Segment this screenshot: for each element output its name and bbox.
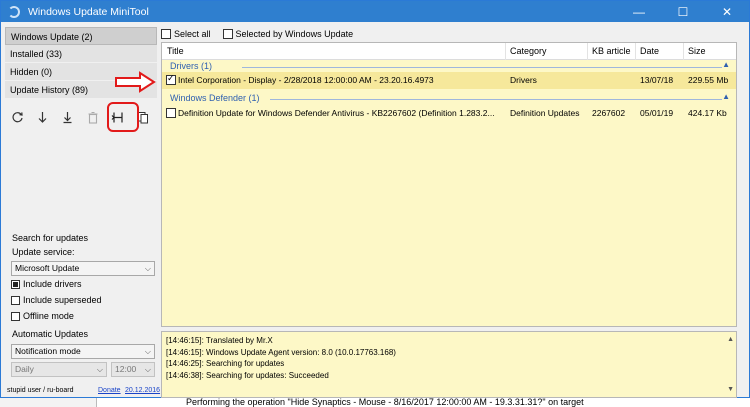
- schedule-time-select[interactable]: 12:00 ⌵: [111, 362, 155, 377]
- row-checkbox[interactable]: [166, 108, 176, 118]
- scroll-up-icon[interactable]: ▲: [727, 334, 734, 346]
- group-windows-defender[interactable]: Windows Defender (1): [170, 93, 260, 103]
- hide-button-highlight: [107, 102, 139, 132]
- offline-mode-label: Offline mode: [23, 311, 74, 321]
- schedule-time-value: 12:00: [115, 364, 137, 374]
- scroll-down-icon[interactable]: ▼: [727, 384, 734, 396]
- schedule-day-select[interactable]: Daily ⌵: [11, 362, 107, 377]
- app-window: Windows Update MiniTool — ☐ ✕ Windows Up…: [0, 0, 750, 398]
- selected-by-wu-label: Selected by Windows Update: [235, 28, 354, 39]
- download-icon[interactable]: [30, 106, 55, 128]
- offline-mode-checkbox[interactable]: [11, 311, 20, 321]
- column-category[interactable]: Category: [510, 46, 547, 56]
- app-logo-icon: [8, 5, 20, 18]
- selected-by-wu-checkbox[interactable]: [222, 28, 233, 39]
- group-drivers[interactable]: Drivers (1): [170, 61, 212, 71]
- column-title[interactable]: Title: [167, 46, 184, 56]
- select-all-option[interactable]: Select all: [161, 28, 211, 39]
- row-date: 13/07/18: [640, 75, 674, 85]
- select-all-label: Select all: [174, 28, 211, 39]
- row-category: Drivers: [510, 75, 537, 85]
- row-title: Intel Corporation - Display - 2/28/2018 …: [178, 75, 434, 85]
- update-service-select[interactable]: Microsoft Update ⌵: [11, 261, 155, 276]
- schedule-day-value: Daily: [15, 364, 34, 374]
- row-size: 229.55 Mb: [688, 75, 729, 85]
- table-header: Title Category KB article Date Size: [162, 43, 736, 60]
- version-date-link[interactable]: 20.12.2016: [125, 387, 160, 394]
- log-line: [14:46:15]: Windows Update Agent version…: [166, 347, 396, 357]
- window-controls: — ☐ ✕: [617, 1, 749, 22]
- row-category: Definition Updates: [510, 108, 580, 118]
- include-drivers-label: Include drivers: [23, 279, 82, 289]
- include-superseded-label: Include superseded: [23, 295, 102, 305]
- selected-by-wu-option[interactable]: Selected by Windows Update: [222, 28, 354, 39]
- update-service-label: Update service:: [12, 247, 75, 257]
- log-line: [14:46:25]: Searching for updates: [166, 359, 285, 368]
- author-credit: stupid user / ru-board: [7, 387, 74, 394]
- row-title: Definition Update for Windows Defender A…: [178, 108, 495, 118]
- chevron-down-icon: ⌵: [144, 347, 151, 356]
- minimize-button[interactable]: —: [617, 1, 661, 22]
- collapse-icon[interactable]: ▲: [722, 60, 730, 69]
- install-icon[interactable]: [55, 106, 80, 128]
- column-date[interactable]: Date: [640, 46, 659, 56]
- donate-link[interactable]: Donate: [98, 387, 121, 394]
- include-superseded-option[interactable]: Include superseded: [11, 295, 102, 305]
- search-heading: Search for updates: [12, 233, 89, 243]
- row-checkbox[interactable]: [166, 73, 176, 85]
- table-row[interactable]: Definition Update for Windows Defender A…: [162, 105, 736, 122]
- group-divider: [270, 99, 722, 100]
- row-date: 05/01/19: [640, 108, 674, 118]
- refresh-icon[interactable]: [5, 106, 30, 128]
- chevron-down-icon: ⌵: [144, 365, 151, 374]
- log-line: [14:46:38]: Searching for updates: Succe…: [166, 370, 329, 380]
- chevron-down-icon: ⌵: [144, 264, 151, 273]
- select-all-checkbox[interactable]: [161, 28, 171, 39]
- annotation-arrow-icon: [115, 71, 156, 93]
- maximize-button[interactable]: ☐: [661, 1, 705, 22]
- window-title: Windows Update MiniTool: [28, 5, 149, 18]
- log-panel: [14:46:15]: Translated by Mr.X [14:46:15…: [161, 331, 737, 398]
- include-drivers-option[interactable]: Include drivers: [11, 279, 82, 289]
- offline-mode-option[interactable]: Offline mode: [11, 311, 74, 321]
- background-status-text: Performing the operation "Hide Synaptics…: [186, 397, 584, 407]
- column-divider: [635, 43, 636, 60]
- background-status-strip: Performing the operation "Hide Synaptics…: [0, 397, 750, 407]
- automatic-updates-heading: Automatic Updates: [12, 329, 89, 339]
- log-line: [14:46:15]: Translated by Mr.X: [166, 336, 273, 345]
- selection-bar: Select all Selected by Windows Update: [161, 26, 736, 41]
- column-size[interactable]: Size: [688, 46, 706, 56]
- column-kb-article[interactable]: KB article: [592, 46, 631, 56]
- notification-mode-select[interactable]: Notification mode ⌵: [11, 344, 155, 359]
- table-row[interactable]: Intel Corporation - Display - 2/28/2018 …: [162, 72, 736, 89]
- delete-icon[interactable]: [80, 106, 105, 128]
- column-divider: [683, 43, 684, 60]
- background-panel: [0, 398, 97, 407]
- group-divider: [242, 67, 722, 68]
- row-size: 424.17 Kb: [688, 108, 727, 118]
- column-divider: [587, 43, 588, 60]
- row-kb: 2267602: [592, 108, 626, 118]
- close-button[interactable]: ✕: [705, 1, 749, 22]
- updates-list: Title Category KB article Date Size Driv…: [161, 42, 737, 327]
- chevron-down-icon: ⌵: [96, 365, 103, 374]
- nav-windows-update[interactable]: Windows Update (2): [5, 27, 157, 45]
- title-bar: Windows Update MiniTool — ☐ ✕: [1, 1, 749, 22]
- nav-installed[interactable]: Installed (33): [5, 45, 157, 63]
- include-superseded-checkbox[interactable]: [11, 295, 20, 305]
- column-divider: [505, 43, 506, 60]
- include-drivers-checkbox[interactable]: [11, 279, 20, 289]
- notification-mode-value: Notification mode: [15, 346, 81, 356]
- collapse-icon[interactable]: ▲: [722, 92, 730, 101]
- update-service-value: Microsoft Update: [15, 263, 80, 273]
